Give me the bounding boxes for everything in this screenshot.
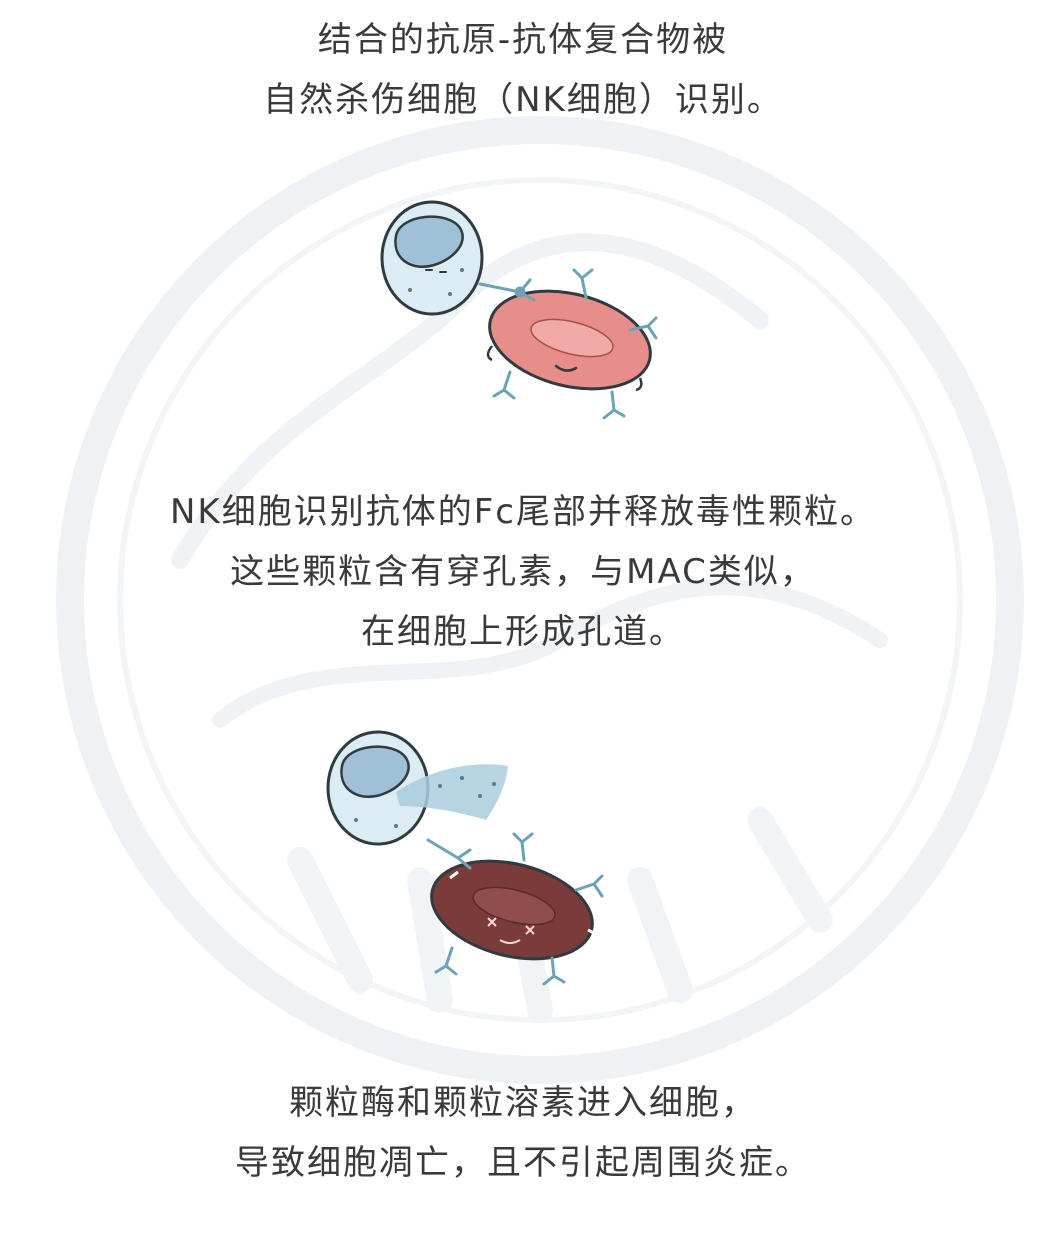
caption-3-line-2: 导致细胞凋亡，且不引起周围炎症。 <box>235 1143 811 1183</box>
nk-attack-illustration <box>326 730 604 986</box>
caption-3-line-1: 颗粒酶和颗粒溶素进入细胞， <box>289 1083 757 1123</box>
caption-apoptosis: 颗粒酶和颗粒溶素进入细胞， 导致细胞凋亡，且不引起周围炎症。 <box>0 1073 1046 1193</box>
